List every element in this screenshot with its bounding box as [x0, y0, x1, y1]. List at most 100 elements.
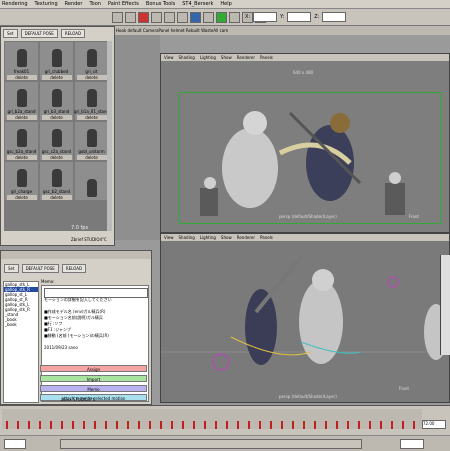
pose-thumbnail[interactable]: [16, 169, 27, 187]
keyframe-tick[interactable]: [160, 421, 162, 429]
pose-item[interactable]: gri_clubbed delete: [40, 42, 73, 80]
end-frame-field[interactable]: [400, 439, 424, 449]
pose-thumbnail[interactable]: [16, 129, 27, 147]
motion-button[interactable]: Set: [4, 264, 19, 273]
delete-pose-button[interactable]: delete: [41, 115, 72, 120]
menu-item[interactable]: Texturing: [35, 1, 58, 7]
menu-item[interactable]: Paint Effects: [108, 1, 139, 7]
menu-item[interactable]: Render: [65, 1, 83, 7]
keyframe-tick[interactable]: [281, 421, 283, 429]
action-button-1[interactable]: Assign: [40, 365, 147, 372]
pose-thumbnail[interactable]: [86, 89, 97, 107]
keyframe-tick[interactable]: [369, 421, 371, 429]
bottom-viewport[interactable]: View Shading Lighting Show Renderer Panels pe…: [160, 233, 450, 403]
keyframe-tick[interactable]: [358, 421, 360, 429]
keyframe-tick[interactable]: [292, 421, 294, 429]
hypershade-icon[interactable]: [229, 11, 240, 23]
pose-item[interactable]: gri_b2a_stand delete: [5, 82, 38, 120]
keyframe-tick[interactable]: [61, 421, 63, 429]
keyframe-tick[interactable]: [39, 421, 41, 429]
menu-item[interactable]: Rendering: [2, 1, 28, 7]
keyframe-tick[interactable]: [171, 421, 173, 429]
keyframe-tick[interactable]: [193, 421, 195, 429]
viewport-menu-item[interactable]: Renderer: [237, 55, 255, 60]
keyframe-tick[interactable]: [6, 421, 8, 429]
keyframe-tick[interactable]: [391, 421, 393, 429]
pose-item[interactable]: gri_charge delete: [5, 162, 38, 200]
pose-item[interactable]: gri_b3_stand delete: [40, 82, 73, 120]
keyframe-tick[interactable]: [17, 421, 19, 429]
snap-curve-icon[interactable]: [164, 11, 175, 23]
magnet-icon[interactable]: [138, 11, 149, 23]
keyframe-tick[interactable]: [149, 421, 151, 429]
keyframe-tick[interactable]: [50, 421, 52, 429]
keyframe-tick[interactable]: [270, 421, 272, 429]
action-button-3[interactable]: Memo: [40, 385, 147, 392]
delete-pose-button[interactable]: delete: [76, 75, 107, 80]
keyframe-tick[interactable]: [347, 421, 349, 429]
left-viewport[interactable]: [115, 35, 160, 240]
keyframe-tick[interactable]: [226, 421, 228, 429]
keyframe-tick[interactable]: [138, 421, 140, 429]
delete-pose-button[interactable]: delete: [41, 75, 72, 80]
motion-list-item[interactable]: _book: [4, 322, 38, 327]
lasso-tool-icon[interactable]: [125, 11, 136, 23]
pose-library-button[interactable]: RELOAD: [60, 29, 86, 38]
viewport-menu-item[interactable]: Panels: [260, 235, 273, 240]
menu-item[interactable]: Help: [220, 1, 231, 7]
pose-item[interactable]: freak01 delete: [5, 42, 38, 80]
pose-item[interactable]: gsc_c2a_stand delete: [40, 122, 73, 160]
keyframe-tick[interactable]: [215, 421, 217, 429]
ipr-render-icon[interactable]: [203, 11, 214, 23]
menu-item[interactable]: Toon: [89, 1, 101, 7]
pose-thumbnail[interactable]: [86, 49, 97, 67]
pose-thumbnail[interactable]: [51, 169, 62, 187]
delete-pose-button[interactable]: delete: [6, 75, 37, 80]
keyframe-tick[interactable]: [380, 421, 382, 429]
select-tool-icon[interactable]: [112, 11, 123, 23]
keyframe-tick[interactable]: [314, 421, 316, 429]
render-settings-icon[interactable]: [216, 11, 227, 23]
range-slider[interactable]: [0, 435, 450, 451]
pose-item[interactable]: [75, 162, 108, 200]
motion-button[interactable]: RELOAD: [61, 264, 87, 273]
keyframe-ticks[interactable]: [2, 409, 422, 429]
pose-thumbnail[interactable]: [86, 129, 97, 147]
keyframe-tick[interactable]: [182, 421, 184, 429]
viewport-menu-item[interactable]: View: [164, 55, 174, 60]
viewport-menu-item[interactable]: Lighting: [200, 55, 216, 60]
keyframe-tick[interactable]: [237, 421, 239, 429]
keyframe-tick[interactable]: [105, 421, 107, 429]
keyframe-tick[interactable]: [248, 421, 250, 429]
time-slider[interactable]: 72.00: [0, 405, 450, 436]
delete-pose-button[interactable]: delete: [76, 115, 107, 120]
pose-thumbnail[interactable]: [51, 49, 62, 67]
pose-item[interactable]: gri_cit delete: [75, 42, 108, 80]
pose-item[interactable]: gsc_b2_stand delete: [40, 162, 73, 200]
keyframe-tick[interactable]: [325, 421, 327, 429]
pose-thumbnail[interactable]: [16, 89, 27, 107]
keyframe-tick[interactable]: [303, 421, 305, 429]
menu-item[interactable]: ST4_Berserk: [182, 1, 213, 7]
viewport-menu-item[interactable]: Show: [221, 55, 232, 60]
keyframe-tick[interactable]: [259, 421, 261, 429]
keyframe-tick[interactable]: [336, 421, 338, 429]
motion-list[interactable]: gallop_stk_L gallop_stk_R gallop_st_L gallo…: [3, 281, 39, 403]
viewport-menu-item[interactable]: Renderer: [237, 235, 255, 240]
viewport-menu-item[interactable]: Lighting: [200, 235, 216, 240]
pose-library-button[interactable]: Set: [3, 29, 18, 38]
delete-pose-button[interactable]: delete: [6, 155, 37, 160]
pose-item[interactable]: gobl_unitorm delete: [75, 122, 108, 160]
start-frame-field[interactable]: [4, 439, 26, 449]
keyframe-tick[interactable]: [204, 421, 206, 429]
action-button-2[interactable]: Import: [40, 375, 147, 382]
delete-pose-button[interactable]: delete: [6, 115, 37, 120]
delete-pose-button[interactable]: delete: [76, 155, 107, 160]
keyframe-tick[interactable]: [28, 421, 30, 429]
viewport-menu-item[interactable]: Shading: [179, 235, 195, 240]
menu-item[interactable]: Bonus Tools: [146, 1, 175, 7]
pose-thumbnail[interactable]: [16, 49, 27, 67]
delete-pose-button[interactable]: delete: [6, 195, 37, 200]
pose-library-button[interactable]: DEFAULT POSE: [20, 29, 58, 38]
keyframe-tick[interactable]: [127, 421, 129, 429]
